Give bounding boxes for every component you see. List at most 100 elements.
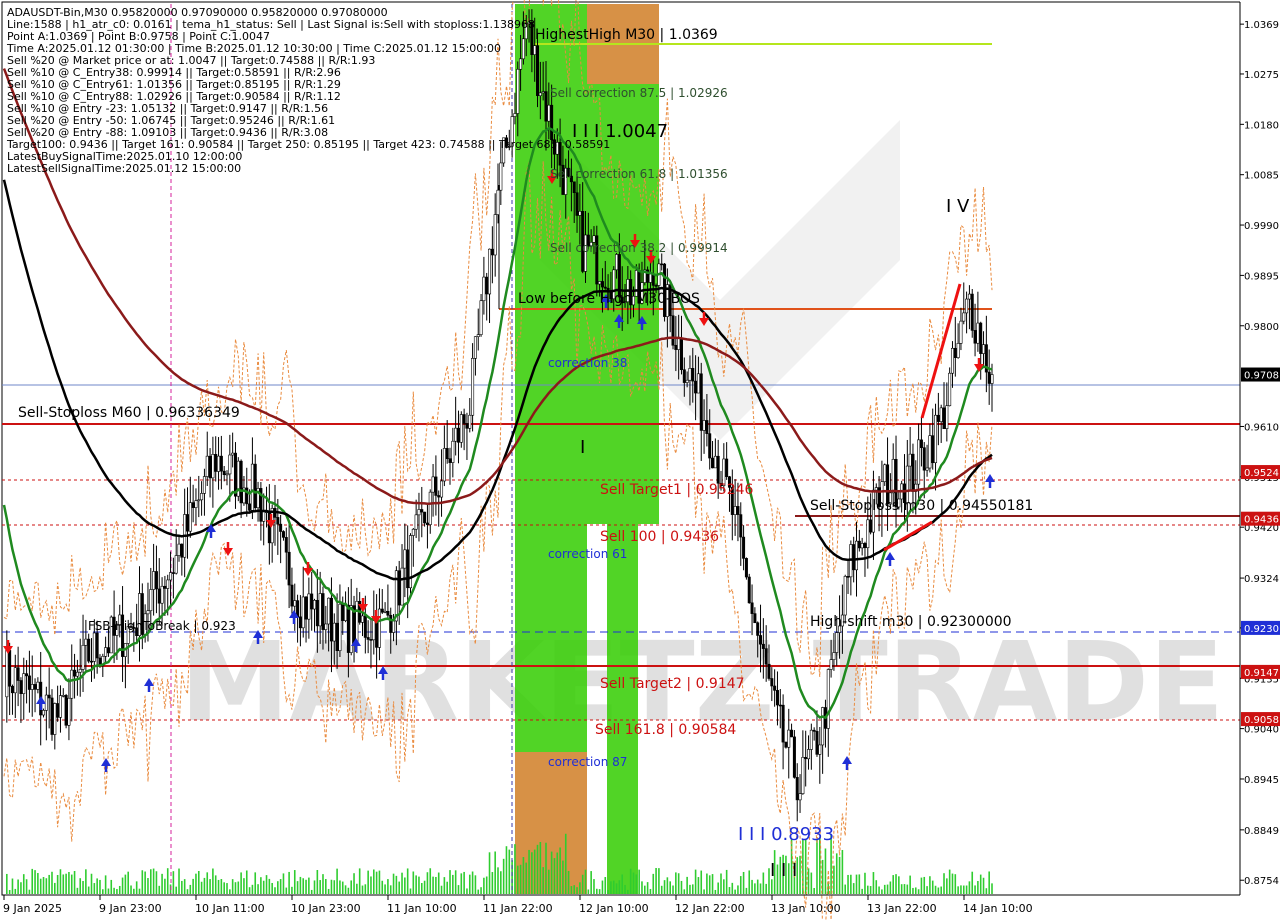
chart-canvas[interactable]: MARKETZ TRADE HighestHigh M30 | 1.0369 S… <box>0 0 1280 920</box>
candle-body <box>442 448 446 482</box>
candle-body <box>648 273 652 283</box>
candle-body <box>874 487 878 491</box>
sell-target2-label: Sell Target2 | 0.9147 <box>600 676 745 692</box>
candle-body <box>5 650 9 698</box>
candle-body <box>33 684 37 690</box>
x-tick-label: 13 Jan 22:00 <box>867 902 937 915</box>
candle-body <box>696 373 700 394</box>
candle-body <box>383 610 387 613</box>
candle-body <box>284 537 288 553</box>
candle-body <box>366 637 370 640</box>
candle-body <box>157 588 161 604</box>
candle-body <box>307 593 311 620</box>
candle-body <box>219 455 223 472</box>
candle-body <box>208 455 212 479</box>
trading-chart[interactable]: MARKETZ TRADE HighestHigh M30 | 1.0369 S… <box>0 0 1280 920</box>
candle-body <box>821 707 825 746</box>
candle-body <box>324 623 328 630</box>
candle-body <box>919 439 923 448</box>
candle-body <box>691 368 695 382</box>
candle-body <box>87 638 91 662</box>
low-before-high-label: Low before High M30-BOS <box>518 291 700 307</box>
candle-body <box>694 380 698 394</box>
price-badge-label: 0.9147 <box>1244 668 1279 679</box>
candle-body <box>792 736 796 778</box>
candle-body <box>233 452 237 497</box>
candle-body <box>42 710 46 716</box>
candle-body <box>787 729 791 748</box>
candle-body <box>386 610 390 616</box>
sell-100-label: Sell 100 | 0.9436 <box>600 529 719 545</box>
candle-body <box>56 703 60 718</box>
candle-body <box>287 551 291 586</box>
y-tick-label: 0.8754 <box>1244 876 1279 887</box>
candle-body <box>397 570 401 606</box>
candle-body <box>434 476 438 496</box>
candle-body <box>866 519 870 549</box>
x-tick-label: 12 Jan 10:00 <box>579 902 649 915</box>
candle-body <box>75 671 79 677</box>
candle-body <box>702 420 706 431</box>
candle-body <box>767 663 771 679</box>
candle-body <box>163 585 167 589</box>
correction-87-label: correction 87 <box>548 755 627 769</box>
candle-body <box>171 572 175 574</box>
candle-body <box>716 455 720 484</box>
candle-body <box>496 189 500 215</box>
candle-body <box>149 589 153 612</box>
candle-body <box>363 615 367 638</box>
price-axis[interactable]: 1.0369 1.0275 1.0180 1.0085 0.9990 0.9895 0.98… <box>1239 0 1280 920</box>
candle-body <box>408 535 412 589</box>
candle-body <box>485 276 489 295</box>
candle-body <box>169 572 173 581</box>
candle-body <box>482 276 486 302</box>
candle-body <box>95 632 99 659</box>
candle-body <box>956 343 960 358</box>
candle-body <box>217 455 221 472</box>
time-axis[interactable]: 9 Jan 2025 9 Jan 23:00 10 Jan 11:00 10 Jan … <box>2 894 1240 915</box>
candle-body <box>25 673 29 677</box>
candle-body <box>572 181 576 194</box>
candle-body <box>855 540 859 571</box>
candle-body <box>225 473 229 476</box>
candle-body <box>346 604 350 653</box>
correction-38-label: correction 38 <box>548 356 627 370</box>
candle-body <box>194 500 198 508</box>
candle-body <box>747 576 751 604</box>
candle-body <box>679 337 683 371</box>
candle-body <box>451 440 455 463</box>
x-tick-label: 13 Jan 10:00 <box>771 902 841 915</box>
candle-body <box>699 373 703 431</box>
candle-body <box>759 635 763 645</box>
zone-green-bottom <box>607 524 638 894</box>
candle-body <box>313 599 317 610</box>
candle-body <box>536 45 540 97</box>
candle-body <box>200 493 204 501</box>
candle-body <box>990 374 994 384</box>
candle-body <box>36 681 40 690</box>
y-tick-label: 0.9040 <box>1244 725 1279 736</box>
candle-body <box>301 596 305 629</box>
candle-body <box>812 729 816 732</box>
candle-body <box>911 453 915 492</box>
candle-body <box>600 281 604 288</box>
candle-body <box>310 593 314 610</box>
candle-body <box>188 502 192 532</box>
candle-body <box>798 793 802 801</box>
candle-body <box>533 45 537 55</box>
candle-body <box>970 293 974 331</box>
sell-stoploss-m30-label: Sell-Stoploss m30 | 0.94550181 <box>810 498 1033 514</box>
candle-body <box>550 104 554 141</box>
candle-body <box>205 455 209 477</box>
candle-body <box>327 597 331 625</box>
candle-body <box>222 470 226 475</box>
candle-body <box>250 463 254 511</box>
candle-body <box>829 659 833 670</box>
candle-body <box>761 643 765 649</box>
candle-body <box>448 458 452 463</box>
sell-stoploss-m60-label: Sell-Stoploss M60 | 0.96336349 <box>18 405 240 421</box>
wave-iii-bottom-label: I I I <box>770 860 797 881</box>
candle-body <box>513 113 517 117</box>
candle-body <box>852 544 856 571</box>
candle-body <box>81 644 85 670</box>
